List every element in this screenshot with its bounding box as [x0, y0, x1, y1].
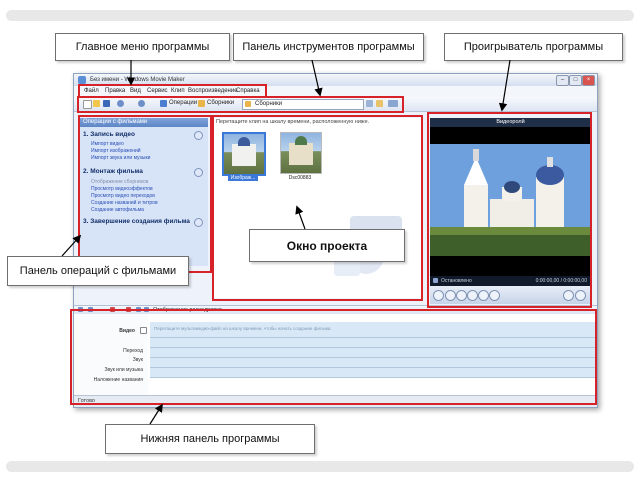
highlight-player — [427, 112, 592, 308]
app-icon — [78, 76, 86, 84]
bottom-band — [6, 461, 634, 472]
callout-main-menu: Главное меню программы — [55, 33, 230, 61]
highlight-project — [212, 115, 423, 301]
close-button[interactable]: × — [582, 75, 595, 86]
callout-player: Проигрыватель программы — [444, 33, 623, 61]
callout-toolbar: Панель инструментов программы — [233, 33, 424, 61]
highlight-toolbar — [77, 96, 404, 113]
callout-movie-tasks: Панель операций с фильмами — [7, 256, 189, 286]
maximize-button[interactable]: □ — [569, 75, 582, 86]
top-band — [6, 10, 634, 21]
minimize-button[interactable]: – — [556, 75, 569, 86]
callout-project-window: Окно проекта — [249, 229, 405, 262]
highlight-bottom — [70, 309, 597, 405]
window-title: Без имени - Windows Movie Maker — [90, 77, 185, 83]
callout-bottom-panel: Нижняя панель программы — [105, 424, 315, 454]
highlight-tasks — [78, 115, 212, 273]
